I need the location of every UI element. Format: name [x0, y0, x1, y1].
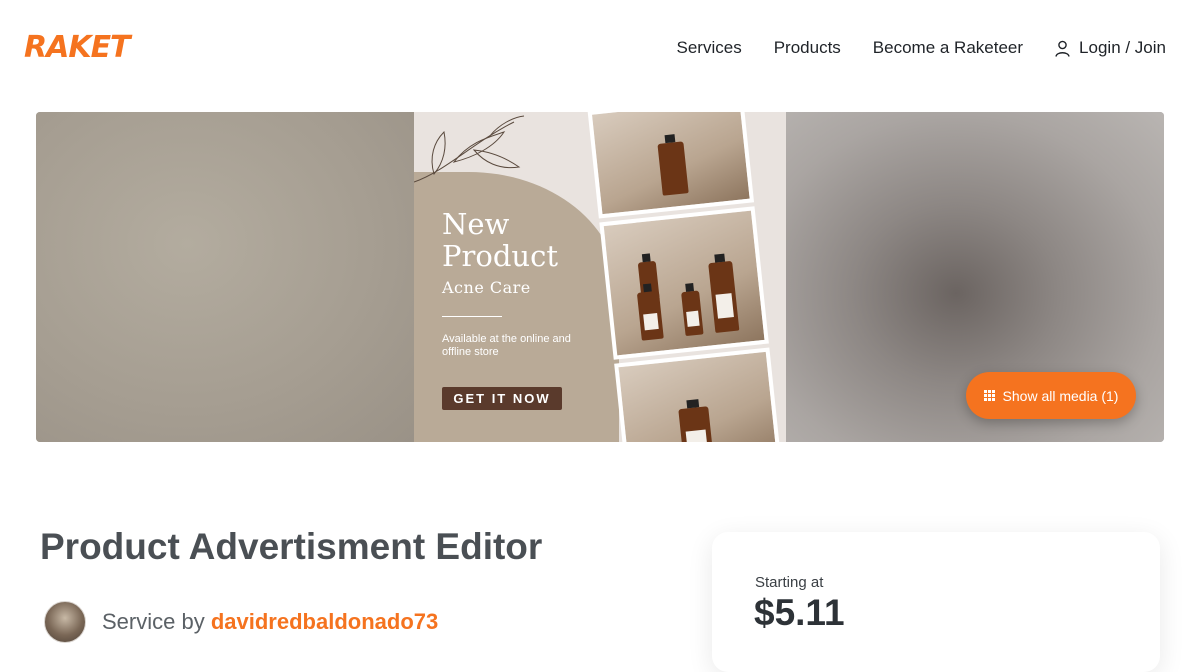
nav-products[interactable]: Products: [774, 38, 841, 58]
top-nav: Services Products Become a Raketeer Logi…: [677, 38, 1166, 58]
photo-dropper-bottle: [587, 112, 755, 219]
show-all-media-label: Show all media (1): [1002, 387, 1119, 404]
show-all-media-button[interactable]: Show all media (1): [966, 372, 1136, 419]
seller-link[interactable]: davidredbaldonado73: [211, 609, 438, 634]
user-icon: [1055, 40, 1070, 57]
starting-price: $5.11: [754, 592, 845, 633]
byline-prefix: Service by: [102, 609, 205, 634]
nav-become-raketeer[interactable]: Become a Raketeer: [873, 38, 1023, 58]
poster-divider: [442, 316, 502, 317]
raket-logo[interactable]: RAKET: [24, 30, 131, 65]
poster-cta-badge: GET IT NOW: [442, 387, 562, 410]
service-byline: Service by davidredbaldonado73: [44, 601, 438, 643]
poster-subtitle: Acne Care: [442, 278, 531, 297]
photo-collage: [576, 112, 786, 442]
login-join-link[interactable]: Login / Join: [1055, 38, 1166, 58]
starting-at-label: Starting at: [755, 574, 824, 591]
seller-avatar[interactable]: [44, 601, 86, 643]
pricing-card: Starting at $5.11: [712, 532, 1160, 672]
login-join-label: Login / Join: [1079, 38, 1166, 57]
poster-note: Available at the online and offline stor…: [442, 333, 571, 358]
blurred-backdrop-left: [36, 112, 414, 442]
byline-text: Service by davidredbaldonado73: [102, 609, 438, 635]
hero-gallery[interactable]: New Product Acne Care Available at the o…: [36, 112, 1164, 442]
product-poster-image[interactable]: New Product Acne Care Available at the o…: [414, 112, 786, 442]
grid-icon: [983, 390, 995, 401]
photo-bottles-on-stone: [599, 206, 769, 360]
nav-services[interactable]: Services: [677, 38, 742, 58]
photo-spray-bottle: [614, 347, 782, 442]
leaf-illustration: [414, 115, 525, 183]
service-title: Product Advertisment Editor: [40, 526, 543, 567]
